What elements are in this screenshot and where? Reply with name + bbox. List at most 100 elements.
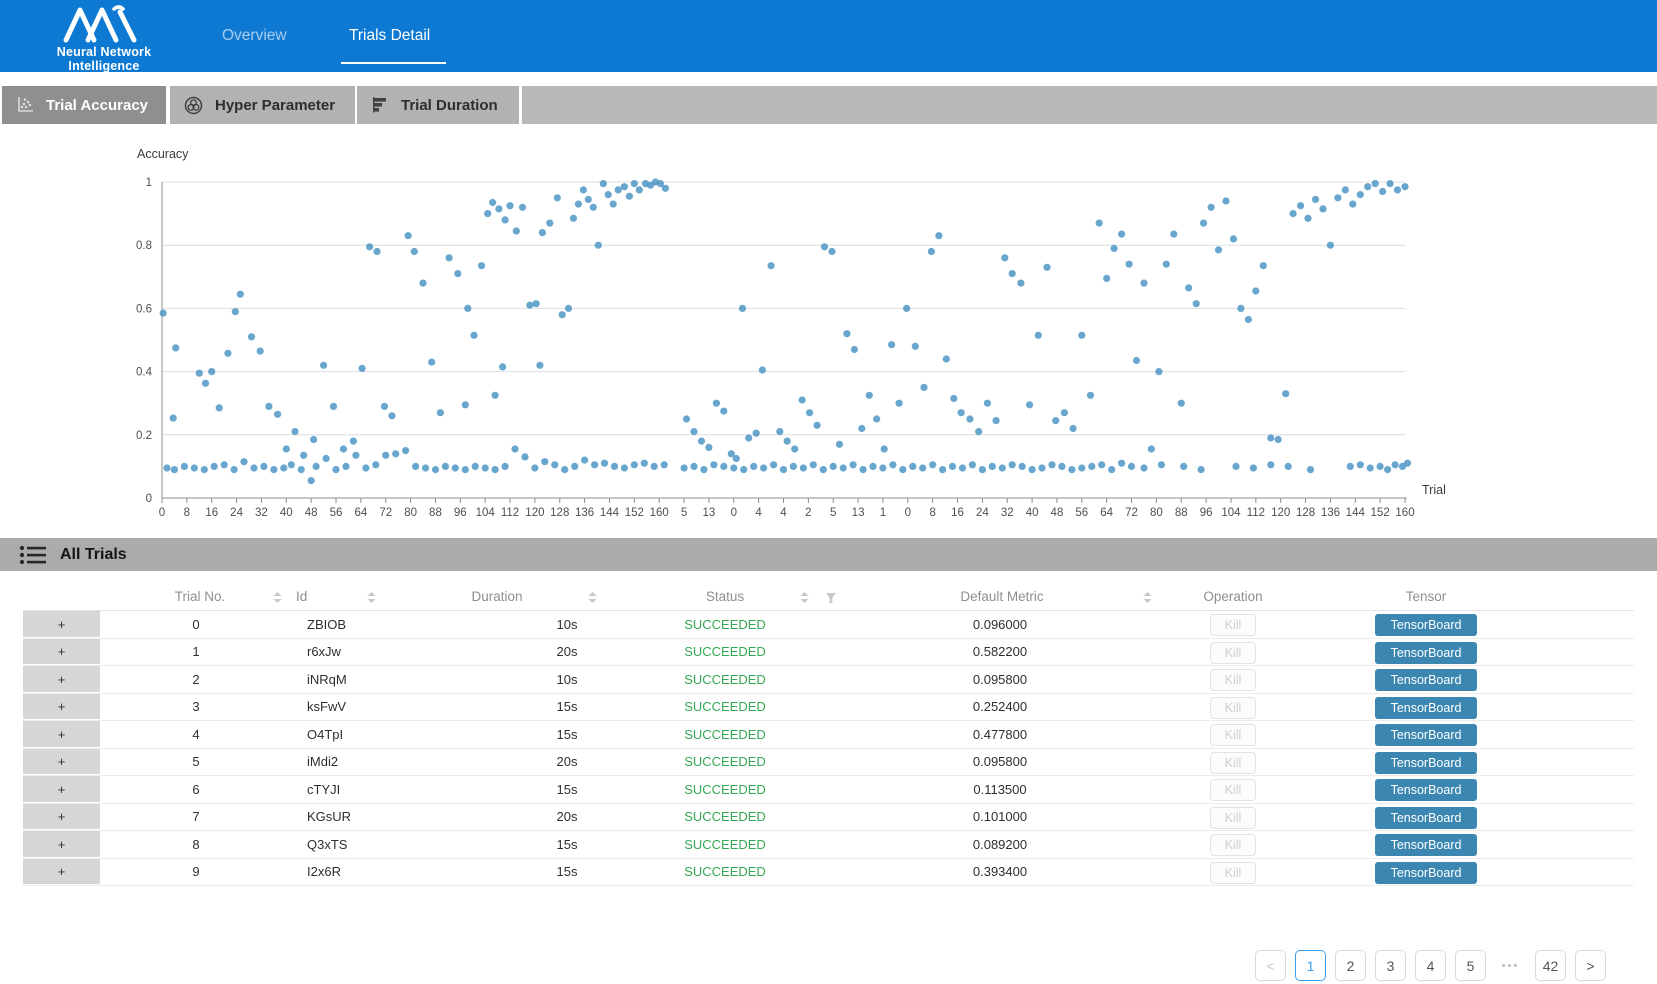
tensorboard-button[interactable]: TensorBoard — [1375, 752, 1477, 774]
subtab-trial-duration[interactable]: Trial Duration — [357, 86, 519, 124]
scatter-point[interactable] — [506, 202, 513, 209]
scatter-point[interactable] — [1140, 464, 1147, 471]
scatter-point[interactable] — [720, 408, 727, 415]
scatter-point[interactable] — [1026, 401, 1033, 408]
scatter-point[interactable] — [484, 210, 491, 217]
scatter-point[interactable] — [1237, 305, 1244, 312]
expand-row-button[interactable]: + — [23, 611, 100, 638]
scatter-point[interactable] — [170, 415, 177, 422]
scatter-point[interactable] — [419, 280, 426, 287]
scatter-point[interactable] — [858, 425, 865, 432]
scatter-point[interactable] — [1111, 245, 1118, 252]
expand-row-button[interactable]: + — [23, 749, 100, 776]
scatter-point[interactable] — [1379, 188, 1386, 195]
scatter-point[interactable] — [388, 412, 395, 419]
scatter-point[interactable] — [810, 461, 817, 468]
scatter-point[interactable] — [1401, 183, 1408, 190]
scatter-point[interactable] — [1267, 461, 1274, 468]
tensorboard-button[interactable]: TensorBoard — [1375, 669, 1477, 691]
scatter-point[interactable] — [1357, 191, 1364, 198]
scatter-point[interactable] — [232, 308, 239, 315]
scatter-point[interactable] — [1058, 463, 1065, 470]
scatter-point[interactable] — [958, 409, 965, 416]
scatter-point[interactable] — [840, 464, 847, 471]
scatter-point[interactable] — [750, 463, 757, 470]
scatter-point[interactable] — [698, 438, 705, 445]
scatter-point[interactable] — [814, 422, 821, 429]
sort-icon[interactable] — [272, 591, 283, 609]
scatter-point[interactable] — [511, 445, 518, 452]
scatter-point[interactable] — [705, 444, 712, 451]
scatter-point[interactable] — [896, 400, 903, 407]
scatter-point[interactable] — [800, 464, 807, 471]
scatter-point[interactable] — [1392, 461, 1399, 468]
scatter-point[interactable] — [1230, 235, 1237, 242]
scatter-point[interactable] — [541, 458, 548, 465]
scatter-point[interactable] — [881, 445, 888, 452]
scatter-point[interactable] — [381, 403, 388, 410]
scatter-point[interactable] — [536, 362, 543, 369]
scatter-point[interactable] — [1387, 180, 1394, 187]
scatter-point[interactable] — [1035, 332, 1042, 339]
scatter-point[interactable] — [211, 463, 218, 470]
scatter-point[interactable] — [920, 384, 927, 391]
scatter-point[interactable] — [770, 461, 777, 468]
scatter-point[interactable] — [1193, 300, 1200, 307]
scatter-point[interactable] — [1133, 357, 1140, 364]
scatter-point[interactable] — [760, 464, 767, 471]
scatter-point[interactable] — [330, 403, 337, 410]
scatter-point[interactable] — [340, 445, 347, 452]
scatter-point[interactable] — [1297, 202, 1304, 209]
scatter-point[interactable] — [935, 232, 942, 239]
scatter-point[interactable] — [928, 248, 935, 255]
scatter-point[interactable] — [1009, 461, 1016, 468]
scatter-point[interactable] — [1404, 460, 1411, 467]
scatter-point[interactable] — [1312, 196, 1319, 203]
scatter-point[interactable] — [216, 404, 223, 411]
scatter-point[interactable] — [1200, 220, 1207, 227]
scatter-point[interactable] — [950, 395, 957, 402]
scatter-point[interactable] — [1078, 464, 1085, 471]
scatter-point[interactable] — [1260, 262, 1267, 269]
scatter-point[interactable] — [651, 463, 658, 470]
expand-row-button[interactable]: + — [23, 859, 100, 886]
scatter-point[interactable] — [531, 464, 538, 471]
scatter-point[interactable] — [601, 460, 608, 467]
scatter-point[interactable] — [1384, 466, 1391, 473]
expand-row-button[interactable]: + — [23, 694, 100, 721]
scatter-point[interactable] — [1185, 284, 1192, 291]
scatter-point[interactable] — [250, 464, 257, 471]
scatter-point[interactable] — [929, 461, 936, 468]
scatter-point[interactable] — [1061, 409, 1068, 416]
expand-row-button[interactable]: + — [23, 666, 100, 693]
scatter-point[interactable] — [575, 201, 582, 208]
scatter-point[interactable] — [730, 464, 737, 471]
scatter-point[interactable] — [683, 415, 690, 422]
scatter-point[interactable] — [585, 196, 592, 203]
scatter-point[interactable] — [1290, 210, 1297, 217]
scatter-point[interactable] — [1232, 463, 1239, 470]
scatter-point[interactable] — [621, 183, 628, 190]
scatter-point[interactable] — [405, 232, 412, 239]
scatter-point[interactable] — [1170, 231, 1177, 238]
scatter-point[interactable] — [1048, 461, 1055, 468]
scatter-point[interactable] — [257, 348, 264, 355]
scatter-point[interactable] — [489, 199, 496, 206]
scatter-point[interactable] — [181, 463, 188, 470]
scatter-point[interactable] — [300, 452, 307, 459]
scatter-point[interactable] — [1009, 270, 1016, 277]
scatter-point[interactable] — [745, 434, 752, 441]
scatter-point[interactable] — [201, 466, 208, 473]
scatter-point[interactable] — [561, 466, 568, 473]
scatter-point[interactable] — [320, 362, 327, 369]
scatter-point[interactable] — [753, 430, 760, 437]
scatter-point[interactable] — [539, 229, 546, 236]
scatter-point[interactable] — [591, 461, 598, 468]
scatter-point[interactable] — [570, 215, 577, 222]
scatter-point[interactable] — [492, 466, 499, 473]
scatter-point[interactable] — [1357, 461, 1364, 468]
scatter-point[interactable] — [472, 463, 479, 470]
scatter-point[interactable] — [641, 460, 648, 467]
subtab-hyper-parameter[interactable]: Hyper Parameter — [170, 86, 355, 124]
page-button[interactable]: 5 — [1455, 950, 1486, 981]
